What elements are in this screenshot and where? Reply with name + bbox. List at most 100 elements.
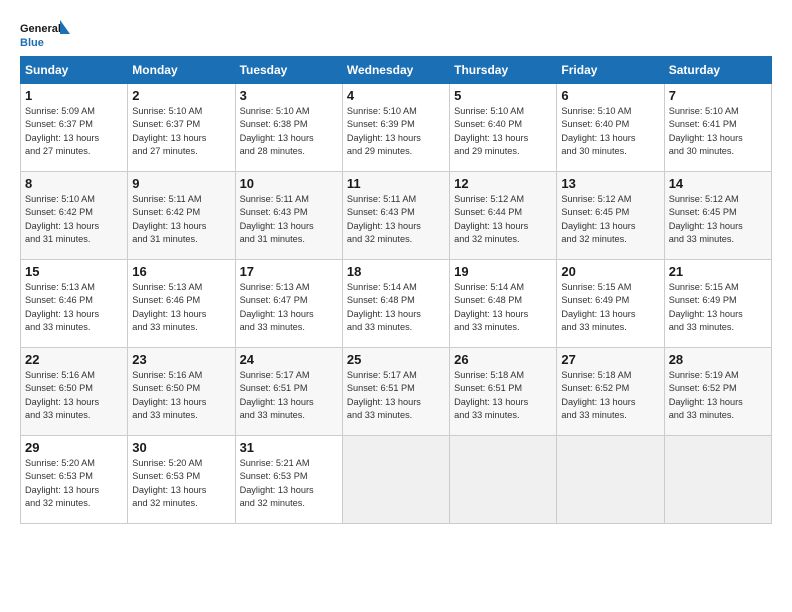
day-number: 4 — [347, 88, 445, 103]
calendar-cell: 9 Sunrise: 5:11 AM Sunset: 6:42 PM Daylig… — [128, 172, 235, 260]
day-info: Sunrise: 5:11 AM Sunset: 6:43 PM Dayligh… — [240, 193, 338, 246]
day-number: 3 — [240, 88, 338, 103]
calendar-cell: 4 Sunrise: 5:10 AM Sunset: 6:39 PM Daylig… — [342, 84, 449, 172]
day-info: Sunrise: 5:10 AM Sunset: 6:37 PM Dayligh… — [132, 105, 230, 158]
calendar-header-row: SundayMondayTuesdayWednesdayThursdayFrid… — [21, 57, 772, 84]
page: General Blue SundayMondayTuesdayWednesda… — [0, 0, 792, 534]
day-number: 17 — [240, 264, 338, 279]
day-info: Sunrise: 5:21 AM Sunset: 6:53 PM Dayligh… — [240, 457, 338, 510]
day-number: 31 — [240, 440, 338, 455]
calendar-header-friday: Friday — [557, 57, 664, 84]
calendar-header-wednesday: Wednesday — [342, 57, 449, 84]
day-info: Sunrise: 5:20 AM Sunset: 6:53 PM Dayligh… — [132, 457, 230, 510]
calendar-cell — [342, 436, 449, 524]
calendar-header-thursday: Thursday — [450, 57, 557, 84]
calendar-cell: 15 Sunrise: 5:13 AM Sunset: 6:46 PM Dayli… — [21, 260, 128, 348]
calendar-cell: 10Sunrise: 5:11 AM Sunset: 6:43 PM Dayli… — [235, 172, 342, 260]
day-info: Sunrise: 5:16 AM Sunset: 6:50 PM Dayligh… — [25, 369, 123, 422]
calendar-cell: 26 Sunrise: 5:18 AM Sunset: 6:51 PM Dayli… — [450, 348, 557, 436]
day-number: 11 — [347, 176, 445, 191]
calendar-week-3: 15 Sunrise: 5:13 AM Sunset: 6:46 PM Dayli… — [21, 260, 772, 348]
calendar-cell: 13Sunrise: 5:12 AM Sunset: 6:45 PM Dayli… — [557, 172, 664, 260]
day-info: Sunrise: 5:13 AM Sunset: 6:47 PM Dayligh… — [240, 281, 338, 334]
calendar-cell: 18Sunrise: 5:14 AM Sunset: 6:48 PM Dayli… — [342, 260, 449, 348]
svg-text:General: General — [20, 23, 61, 35]
day-info: Sunrise: 5:12 AM Sunset: 6:45 PM Dayligh… — [561, 193, 659, 246]
svg-text:Blue: Blue — [20, 37, 44, 49]
calendar-week-2: 8 Sunrise: 5:10 AM Sunset: 6:42 PM Daylig… — [21, 172, 772, 260]
calendar-cell: 2Sunrise: 5:10 AM Sunset: 6:37 PM Daylig… — [128, 84, 235, 172]
calendar-cell: 20 Sunrise: 5:15 AM Sunset: 6:49 PM Dayli… — [557, 260, 664, 348]
day-info: Sunrise: 5:18 AM Sunset: 6:52 PM Dayligh… — [561, 369, 659, 422]
day-number: 19 — [454, 264, 552, 279]
calendar-week-4: 22 Sunrise: 5:16 AM Sunset: 6:50 PM Dayli… — [21, 348, 772, 436]
calendar-cell: 6Sunrise: 5:10 AM Sunset: 6:40 PM Daylig… — [557, 84, 664, 172]
calendar-cell: 22 Sunrise: 5:16 AM Sunset: 6:50 PM Dayli… — [21, 348, 128, 436]
calendar-header-tuesday: Tuesday — [235, 57, 342, 84]
calendar: SundayMondayTuesdayWednesdayThursdayFrid… — [20, 56, 772, 524]
day-number: 20 — [561, 264, 659, 279]
day-number: 21 — [669, 264, 767, 279]
day-info: Sunrise: 5:19 AM Sunset: 6:52 PM Dayligh… — [669, 369, 767, 422]
calendar-cell: 25 Sunrise: 5:17 AM Sunset: 6:51 PM Dayli… — [342, 348, 449, 436]
day-number: 1 — [25, 88, 123, 103]
day-number: 12 — [454, 176, 552, 191]
day-number: 25 — [347, 352, 445, 367]
calendar-week-5: 29 Sunrise: 5:20 AM Sunset: 6:53 PM Dayli… — [21, 436, 772, 524]
logo: General Blue — [20, 18, 70, 50]
day-info: Sunrise: 5:13 AM Sunset: 6:46 PM Dayligh… — [132, 281, 230, 334]
calendar-cell: 23 Sunrise: 5:16 AM Sunset: 6:50 PM Dayli… — [128, 348, 235, 436]
calendar-cell: 5 Sunrise: 5:10 AM Sunset: 6:40 PM Daylig… — [450, 84, 557, 172]
day-number: 27 — [561, 352, 659, 367]
calendar-cell: 8 Sunrise: 5:10 AM Sunset: 6:42 PM Daylig… — [21, 172, 128, 260]
day-info: Sunrise: 5:13 AM Sunset: 6:46 PM Dayligh… — [25, 281, 123, 334]
day-number: 15 — [25, 264, 123, 279]
calendar-cell: 16 Sunrise: 5:13 AM Sunset: 6:46 PM Dayli… — [128, 260, 235, 348]
calendar-cell: 30Sunrise: 5:20 AM Sunset: 6:53 PM Dayli… — [128, 436, 235, 524]
calendar-cell — [664, 436, 771, 524]
day-info: Sunrise: 5:11 AM Sunset: 6:42 PM Dayligh… — [132, 193, 230, 246]
day-info: Sunrise: 5:14 AM Sunset: 6:48 PM Dayligh… — [454, 281, 552, 334]
day-info: Sunrise: 5:10 AM Sunset: 6:39 PM Dayligh… — [347, 105, 445, 158]
day-number: 28 — [669, 352, 767, 367]
day-number: 9 — [132, 176, 230, 191]
day-number: 22 — [25, 352, 123, 367]
calendar-cell: 21 Sunrise: 5:15 AM Sunset: 6:49 PM Dayli… — [664, 260, 771, 348]
calendar-cell: 1 Sunrise: 5:09 AM Sunset: 6:37 PM Daylig… — [21, 84, 128, 172]
day-info: Sunrise: 5:20 AM Sunset: 6:53 PM Dayligh… — [25, 457, 123, 510]
calendar-cell: 17 Sunrise: 5:13 AM Sunset: 6:47 PM Dayli… — [235, 260, 342, 348]
day-number: 23 — [132, 352, 230, 367]
logo-svg: General Blue — [20, 18, 70, 50]
calendar-cell: 19 Sunrise: 5:14 AM Sunset: 6:48 PM Dayli… — [450, 260, 557, 348]
day-number: 29 — [25, 440, 123, 455]
calendar-cell — [450, 436, 557, 524]
day-info: Sunrise: 5:15 AM Sunset: 6:49 PM Dayligh… — [561, 281, 659, 334]
day-info: Sunrise: 5:15 AM Sunset: 6:49 PM Dayligh… — [669, 281, 767, 334]
calendar-header-monday: Monday — [128, 57, 235, 84]
day-number: 24 — [240, 352, 338, 367]
day-number: 16 — [132, 264, 230, 279]
day-info: Sunrise: 5:17 AM Sunset: 6:51 PM Dayligh… — [240, 369, 338, 422]
day-info: Sunrise: 5:18 AM Sunset: 6:51 PM Dayligh… — [454, 369, 552, 422]
day-info: Sunrise: 5:12 AM Sunset: 6:44 PM Dayligh… — [454, 193, 552, 246]
day-number: 5 — [454, 88, 552, 103]
day-info: Sunrise: 5:11 AM Sunset: 6:43 PM Dayligh… — [347, 193, 445, 246]
header: General Blue — [20, 18, 772, 50]
calendar-cell: 24 Sunrise: 5:17 AM Sunset: 6:51 PM Dayli… — [235, 348, 342, 436]
calendar-cell: 7Sunrise: 5:10 AM Sunset: 6:41 PM Daylig… — [664, 84, 771, 172]
day-number: 7 — [669, 88, 767, 103]
day-info: Sunrise: 5:10 AM Sunset: 6:42 PM Dayligh… — [25, 193, 123, 246]
calendar-cell: 3Sunrise: 5:10 AM Sunset: 6:38 PM Daylig… — [235, 84, 342, 172]
day-number: 8 — [25, 176, 123, 191]
day-number: 6 — [561, 88, 659, 103]
day-number: 26 — [454, 352, 552, 367]
day-info: Sunrise: 5:10 AM Sunset: 6:40 PM Dayligh… — [454, 105, 552, 158]
day-number: 14 — [669, 176, 767, 191]
day-info: Sunrise: 5:16 AM Sunset: 6:50 PM Dayligh… — [132, 369, 230, 422]
day-info: Sunrise: 5:14 AM Sunset: 6:48 PM Dayligh… — [347, 281, 445, 334]
calendar-week-1: 1 Sunrise: 5:09 AM Sunset: 6:37 PM Daylig… — [21, 84, 772, 172]
day-info: Sunrise: 5:17 AM Sunset: 6:51 PM Dayligh… — [347, 369, 445, 422]
calendar-cell: 12 Sunrise: 5:12 AM Sunset: 6:44 PM Dayli… — [450, 172, 557, 260]
day-info: Sunrise: 5:09 AM Sunset: 6:37 PM Dayligh… — [25, 105, 123, 158]
calendar-cell: 28 Sunrise: 5:19 AM Sunset: 6:52 PM Dayli… — [664, 348, 771, 436]
